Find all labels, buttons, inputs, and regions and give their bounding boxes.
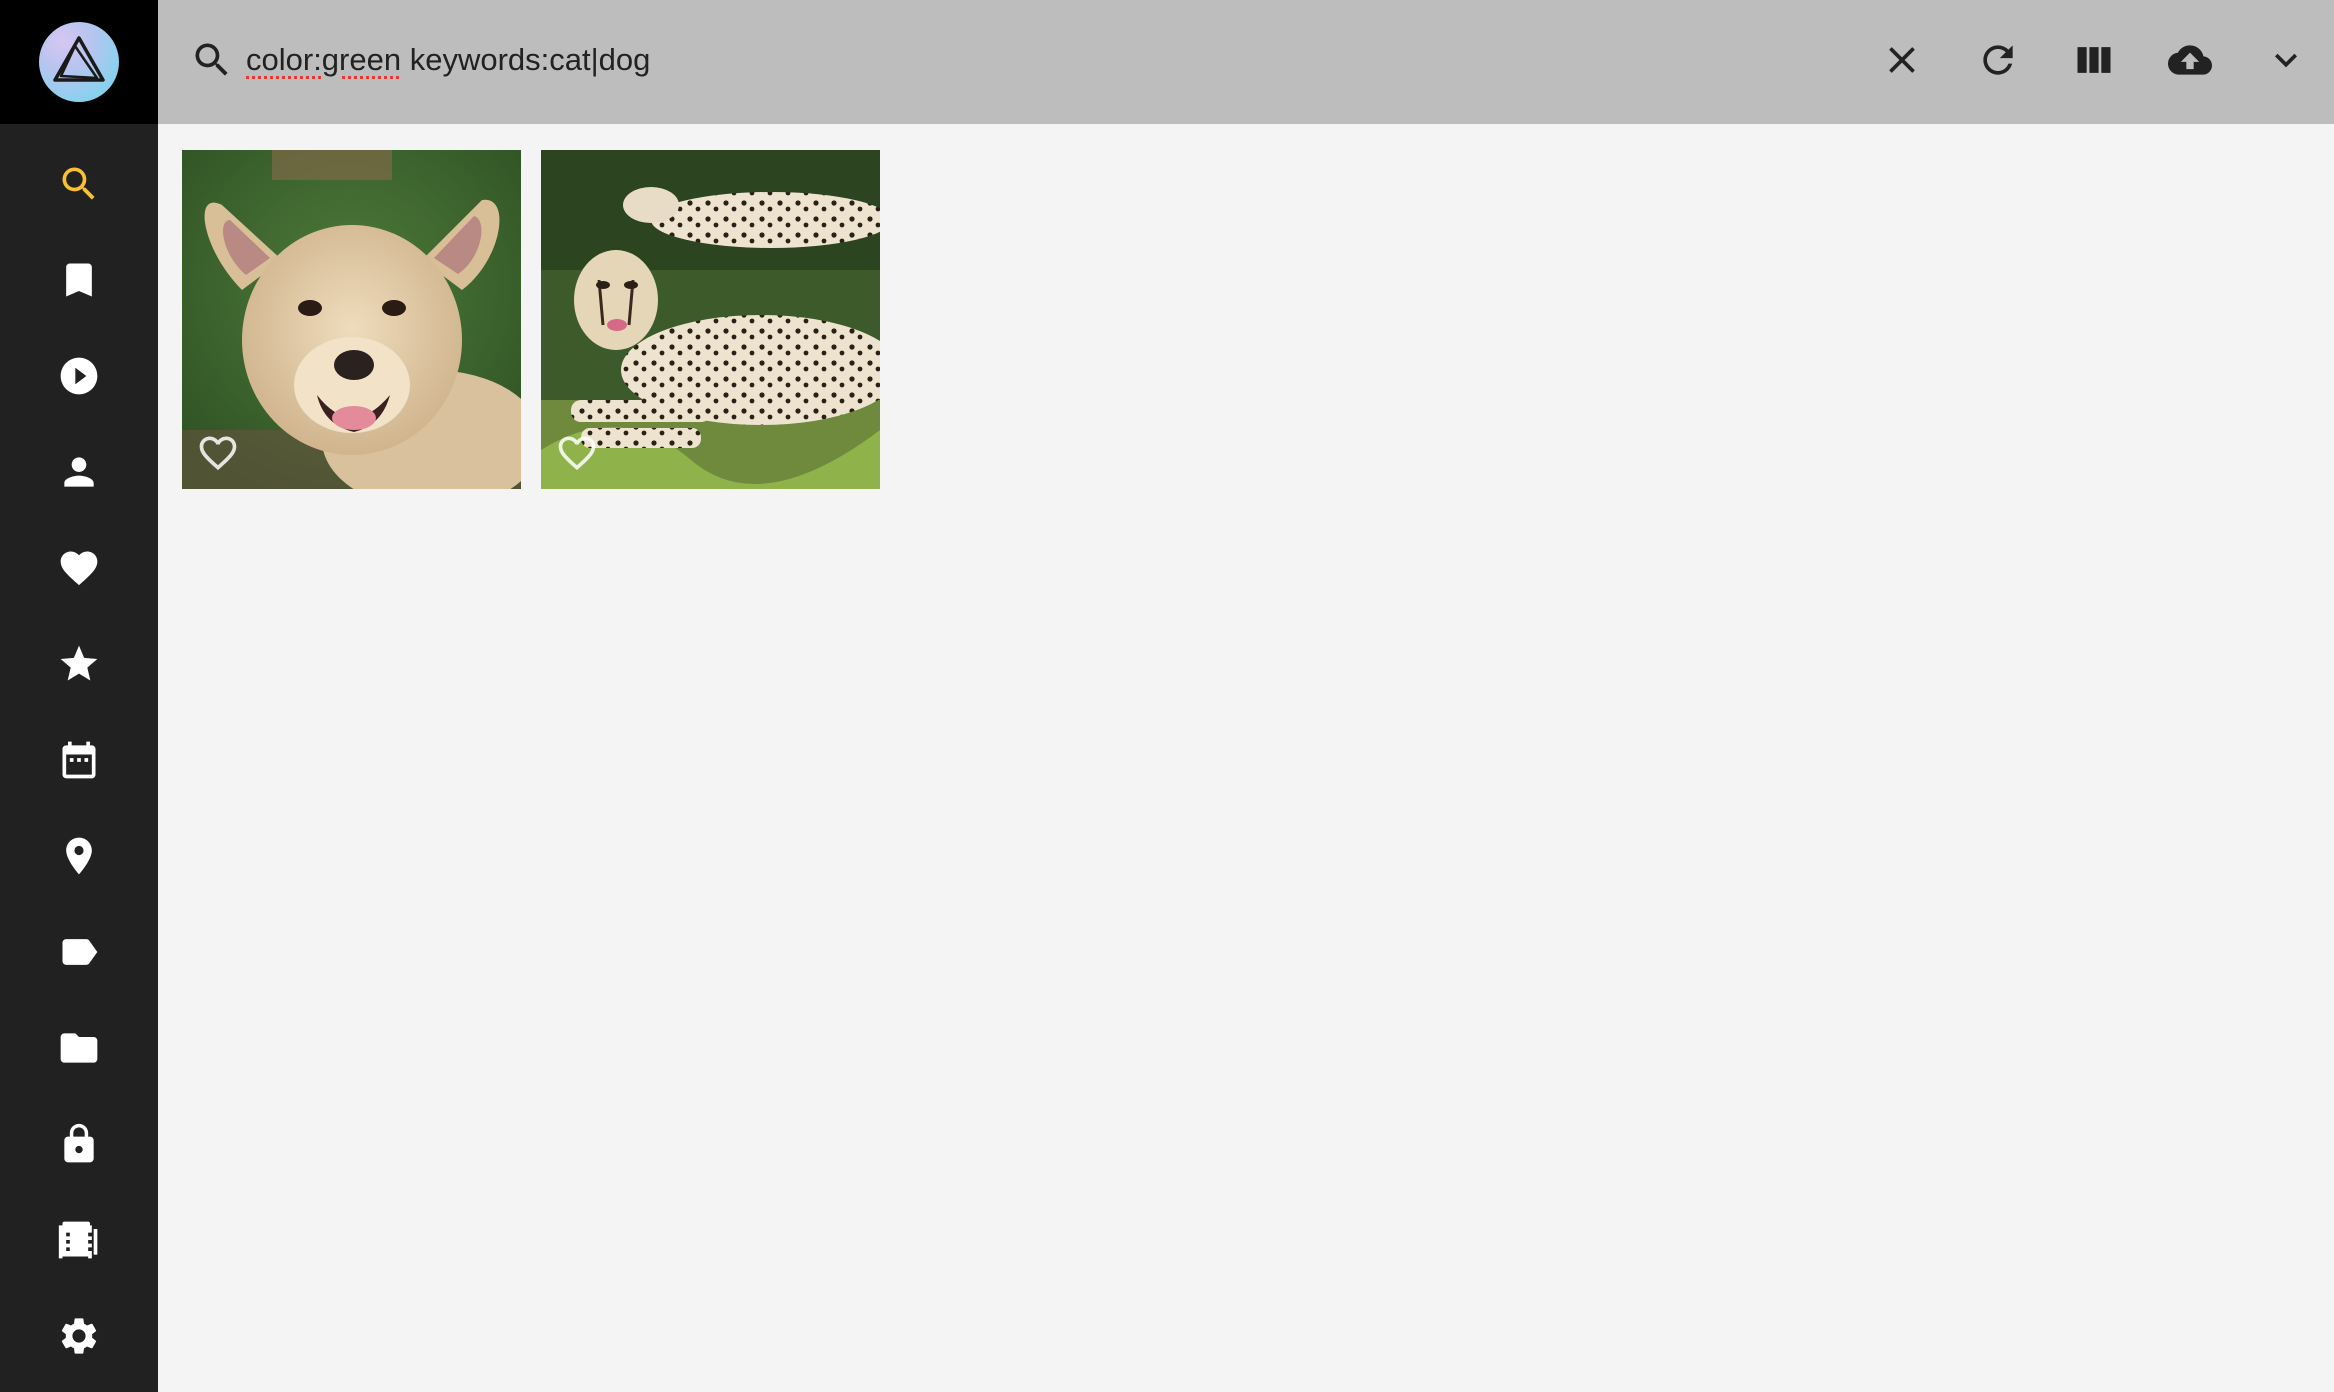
clear-search-button[interactable]: [1872, 30, 1932, 90]
app-logo-triangle-icon: [53, 36, 105, 82]
photo-card-cheetah[interactable]: [541, 150, 880, 489]
sidebar-item-search[interactable]: [0, 136, 158, 232]
chevron-down-icon: [2275, 53, 2297, 68]
label-icon: [62, 939, 98, 965]
lock-icon: [64, 1123, 94, 1163]
view-mode-button[interactable]: [2064, 30, 2124, 90]
favorite-heart-outline-icon[interactable]: [555, 431, 599, 475]
sidebar-item-settings[interactable]: [0, 1288, 158, 1384]
play-icon: [60, 357, 98, 395]
sidebar-item-favorites[interactable]: [0, 520, 158, 616]
search-input[interactable]: color:green keywords:cat|dog: [246, 30, 1746, 90]
sidebar-item-videos[interactable]: [0, 328, 158, 424]
search-icon[interactable]: [190, 38, 234, 82]
refresh-button[interactable]: [1968, 30, 2028, 90]
film-library-icon: [58, 1221, 98, 1259]
folder-icon: [60, 1033, 98, 1063]
sidebar-item-calendar[interactable]: [0, 712, 158, 808]
cloud-upload-icon: [2168, 45, 2212, 75]
sidebar-nav: [0, 136, 158, 1384]
sidebar-item-folders[interactable]: [0, 1000, 158, 1096]
heart-icon: [60, 551, 98, 586]
refresh-icon: [1983, 45, 2013, 75]
search-query-term-color: color:green: [246, 42, 402, 77]
close-icon: [1889, 47, 1915, 73]
sidebar-item-private[interactable]: [0, 1096, 158, 1192]
expand-filters-button[interactable]: [2256, 30, 2316, 90]
sidebar-item-library[interactable]: [0, 1192, 158, 1288]
star-icon: [60, 645, 98, 681]
calendar-icon: [62, 741, 96, 779]
photo-card-dog[interactable]: [182, 150, 521, 489]
location-pin-icon: [66, 837, 92, 875]
search-toolbar: color:green keywords:cat|dog: [158, 0, 2334, 124]
results-grid: [158, 124, 2334, 1392]
person-icon: [64, 457, 94, 487]
sidebar-item-bookmarks[interactable]: [0, 232, 158, 328]
search-icon: [62, 167, 95, 200]
sidebar-item-labels[interactable]: [0, 904, 158, 1000]
search-query-term-keywords: keywords:cat|dog: [401, 42, 651, 77]
bookmark-icon: [66, 263, 92, 297]
sidebar-item-review[interactable]: [0, 616, 158, 712]
logo-circle: [39, 22, 119, 102]
upload-button[interactable]: [2160, 30, 2220, 90]
app-logo[interactable]: [0, 0, 158, 124]
gear-icon: [61, 1318, 97, 1354]
view-columns-icon: [2077, 47, 2111, 73]
sidebar-item-people[interactable]: [0, 424, 158, 520]
favorite-heart-outline-icon[interactable]: [196, 431, 240, 475]
sidebar-item-places[interactable]: [0, 808, 158, 904]
sidebar: [0, 0, 158, 1392]
